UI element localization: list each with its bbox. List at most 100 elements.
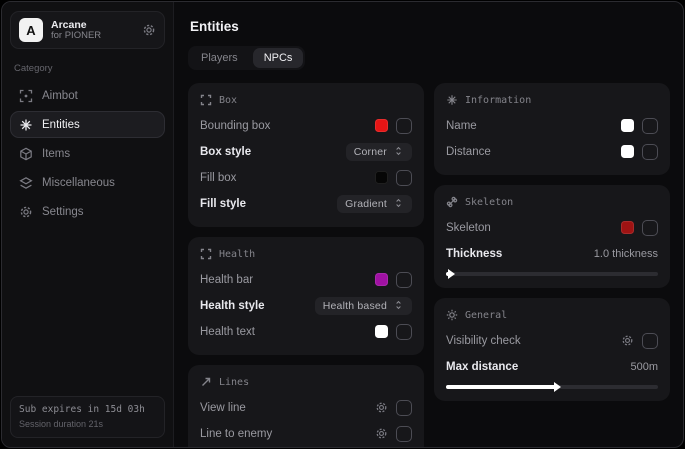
color-swatch[interactable] (621, 221, 634, 234)
checkbox[interactable] (396, 170, 412, 186)
category-label: Category (14, 63, 161, 74)
gear-icon[interactable] (375, 427, 388, 440)
card-title: Box (219, 95, 237, 106)
slider-handle[interactable] (448, 269, 455, 279)
color-swatch[interactable] (375, 273, 388, 286)
row-health-style: Health style Health based (200, 294, 412, 317)
row-health-text: Health text (200, 320, 412, 343)
checkbox[interactable] (396, 400, 412, 416)
row-label: Distance (446, 146, 491, 158)
layers-icon (19, 176, 33, 190)
row-label: Fill style (200, 198, 246, 210)
dropdown-value: Health based (323, 300, 387, 312)
checkbox[interactable] (642, 144, 658, 160)
card-title: Information (465, 95, 531, 106)
color-swatch[interactable] (375, 325, 388, 338)
dropdown-value: Corner (354, 146, 387, 158)
row-bounding-box: Bounding box (200, 114, 412, 137)
updown-icon (394, 300, 404, 311)
sidebar-item-miscellaneous[interactable]: Miscellaneous (10, 169, 165, 196)
max-distance-slider[interactable] (446, 385, 658, 389)
sidebar-item-aimbot[interactable]: Aimbot (10, 82, 165, 109)
row-skeleton: Skeleton (446, 216, 658, 239)
row-label: Fill box (200, 172, 236, 184)
row-fill-box: Fill box (200, 166, 412, 189)
session-duration-text: Session duration 21s (19, 418, 156, 432)
sidebar-item-label: Aimbot (42, 90, 78, 102)
brand-header: A Arcane for PIONER (10, 11, 165, 49)
brand-name: Arcane (51, 19, 134, 31)
corners-icon (200, 94, 212, 106)
row-thickness: Thickness 1.0 thickness (446, 242, 658, 265)
card-general: General Visibility check Max distance 50… (434, 298, 670, 401)
sidebar-item-settings[interactable]: Settings (10, 198, 165, 225)
slider-handle[interactable] (554, 382, 561, 392)
tab-bar: Players NPCs (188, 46, 305, 70)
gear-icon[interactable] (621, 334, 634, 347)
row-visibility-check: Visibility check (446, 329, 658, 352)
color-swatch[interactable] (375, 119, 388, 132)
row-max-distance: Max distance 500m (446, 355, 658, 378)
health-style-dropdown[interactable]: Health based (315, 297, 412, 315)
sidebar-nav: Aimbot Entities Items Miscellaneous Sett… (10, 82, 165, 225)
sidebar-item-entities[interactable]: Entities (10, 111, 165, 138)
star-icon (446, 94, 458, 106)
row-label: Bounding box (200, 120, 270, 132)
gear-icon[interactable] (375, 401, 388, 414)
updown-icon (394, 146, 404, 157)
card-title: Lines (219, 377, 249, 388)
row-view-line: View line (200, 396, 412, 419)
crosshair-icon (19, 89, 33, 103)
checkbox[interactable] (642, 220, 658, 236)
brand-logo: A (19, 18, 43, 42)
row-health-bar: Health bar (200, 268, 412, 291)
diagonal-arrow-icon (200, 376, 212, 388)
slider-value: 1.0 thickness (594, 248, 658, 260)
row-label: Health text (200, 326, 255, 338)
color-swatch[interactable] (621, 145, 634, 158)
gear-icon (19, 205, 33, 219)
subscription-panel: Sub expires in 15d 03h Session duration … (10, 396, 165, 438)
row-label: Name (446, 120, 477, 132)
tab-players[interactable]: Players (190, 48, 249, 68)
row-label: Health bar (200, 274, 253, 286)
sidebar-item-label: Items (42, 148, 70, 160)
checkbox[interactable] (396, 272, 412, 288)
fill-style-dropdown[interactable]: Gradient (337, 195, 412, 213)
row-label: Thickness (446, 248, 502, 260)
checkbox[interactable] (396, 324, 412, 340)
sub-expiry-text: Sub expires in 15d 03h (19, 403, 156, 417)
corners-icon (200, 248, 212, 260)
color-swatch[interactable] (621, 119, 634, 132)
sidebar: A Arcane for PIONER Category Aimbot Enti… (2, 2, 174, 447)
sidebar-item-label: Entities (42, 119, 80, 131)
row-line-to-enemy: Line to enemy (200, 422, 412, 445)
page-title: Entities (190, 19, 670, 34)
row-label: Max distance (446, 361, 518, 373)
row-label: View line (200, 402, 246, 414)
checkbox[interactable] (642, 118, 658, 134)
bone-icon (446, 196, 458, 208)
box-style-dropdown[interactable]: Corner (346, 143, 412, 161)
app-window: A Arcane for PIONER Category Aimbot Enti… (1, 1, 684, 448)
row-name: Name (446, 114, 658, 137)
color-swatch[interactable] (375, 171, 388, 184)
tab-npcs[interactable]: NPCs (253, 48, 304, 68)
row-distance: Distance (446, 140, 658, 163)
sidebar-item-label: Miscellaneous (42, 177, 115, 189)
slider-value: 500m (630, 361, 658, 373)
row-label: Box style (200, 146, 251, 158)
sidebar-settings-button[interactable] (142, 23, 156, 37)
card-title: General (465, 310, 507, 321)
sidebar-item-items[interactable]: Items (10, 140, 165, 167)
card-skeleton: Skeleton Skeleton Thickness 1.0 thicknes… (434, 185, 670, 288)
checkbox[interactable] (396, 118, 412, 134)
dropdown-value: Gradient (345, 198, 387, 210)
card-health: Health Health bar Health style Health ba… (188, 237, 424, 355)
row-label: Skeleton (446, 222, 491, 234)
main-content: Entities Players NPCs Box Bounding box (174, 2, 683, 447)
checkbox[interactable] (642, 333, 658, 349)
checkbox[interactable] (396, 426, 412, 442)
thickness-slider[interactable] (446, 272, 658, 276)
row-fill-style: Fill style Gradient (200, 192, 412, 215)
